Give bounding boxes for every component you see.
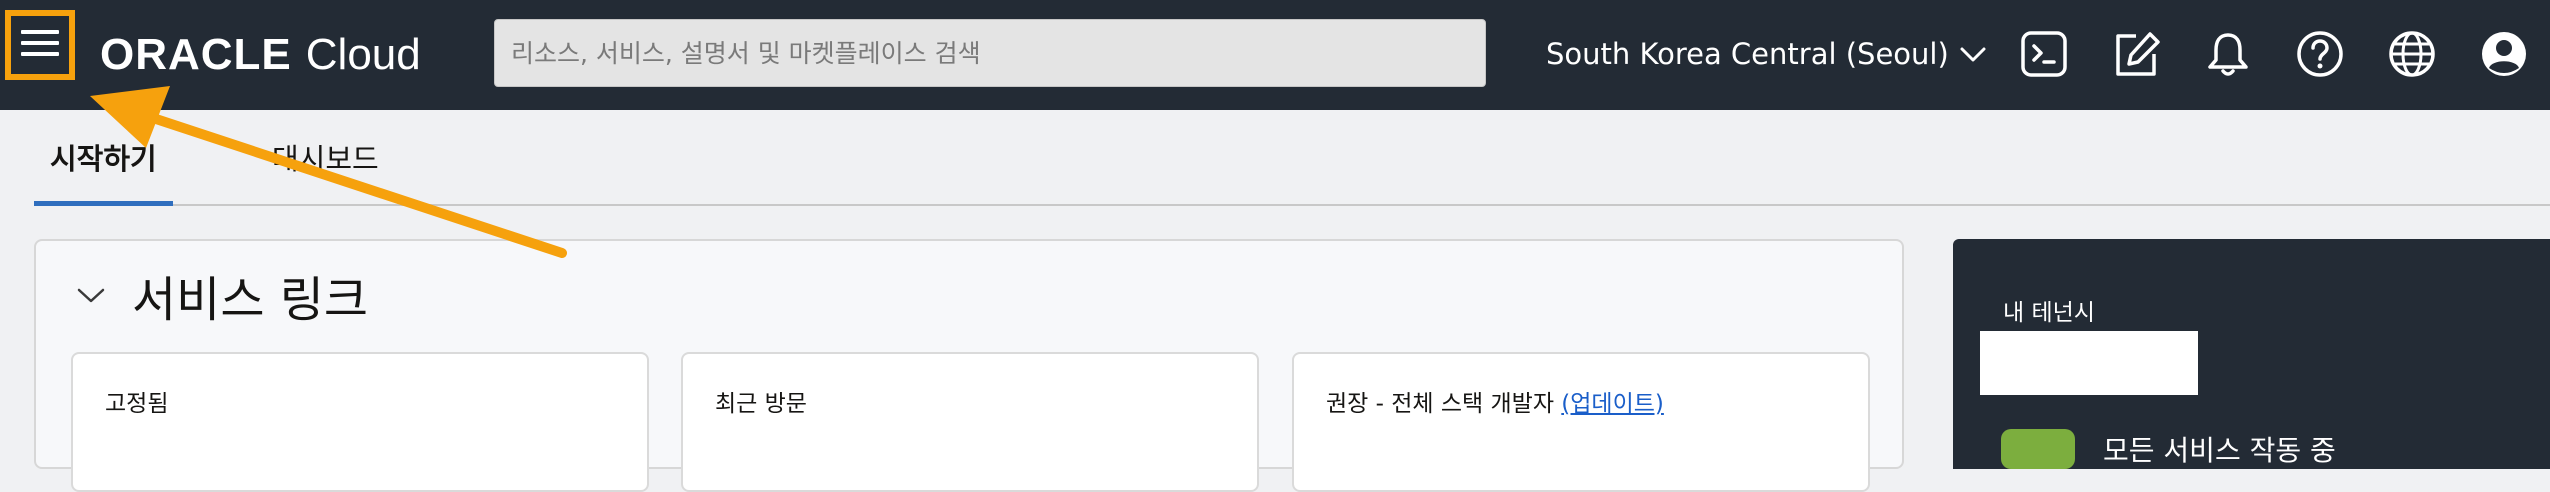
pinned-card[interactable]: 고정됨 <box>71 352 649 492</box>
tab-label: 시작하기 <box>50 142 157 176</box>
edit-icon[interactable] <box>2112 30 2160 78</box>
tab-get-started[interactable]: 시작하기 <box>34 110 173 206</box>
help-icon[interactable] <box>2296 30 2344 78</box>
recommended-card[interactable]: 권장 - 전체 스택 개발자 (업데이트) <box>1292 352 1870 492</box>
recommended-card-title: 권장 - 전체 스택 개발자 (업데이트) <box>1326 384 1664 418</box>
profile-icon[interactable] <box>2480 30 2528 78</box>
pinned-card-title: 고정됨 <box>105 391 169 417</box>
tenancy-name-redacted <box>1980 331 2198 395</box>
logo-brand: ORACLE <box>100 30 292 79</box>
menu-icon-line <box>21 52 59 56</box>
recent-visits-card-title: 최근 방문 <box>715 391 807 417</box>
bell-icon[interactable] <box>2204 30 2252 78</box>
status-badge <box>2001 429 2075 469</box>
menu-icon-line <box>21 41 59 45</box>
logo-product: Cloud <box>305 30 421 79</box>
menu-icon-line <box>21 30 59 34</box>
tab-label: 대시보드 <box>272 142 379 176</box>
page-tabs: 시작하기 대시보드 <box>34 110 2550 206</box>
search-input[interactable] <box>494 19 1486 87</box>
recent-visits-card[interactable]: 최근 방문 <box>681 352 1259 492</box>
service-links-header[interactable]: 서비스 링크 <box>76 265 368 328</box>
tab-dashboard[interactable]: 대시보드 <box>272 110 379 204</box>
cloud-shell-icon[interactable] <box>2020 30 2068 78</box>
region-label: South Korea Central (Seoul) <box>1546 37 1949 71</box>
update-link[interactable]: (업데이트) <box>1561 391 1664 417</box>
oracle-cloud-logo[interactable]: ORACLE Cloud <box>100 26 421 84</box>
service-links-title: 서비스 링크 <box>132 272 369 328</box>
recommended-card-label: 권장 - 전체 스택 개발자 <box>1326 391 1554 417</box>
tenancy-title: 내 테넌시 <box>2003 300 2095 326</box>
top-navigation-bar: ORACLE Cloud South Korea Central (Seoul) <box>0 0 2550 110</box>
region-selector[interactable]: South Korea Central (Seoul) <box>1546 34 1987 74</box>
tenancy-panel: 내 테넌시 모든 서비스 작동 중 <box>1953 239 2550 469</box>
chevron-down-icon[interactable] <box>76 285 106 305</box>
service-status-text: 모든 서비스 작동 중 <box>2103 434 2336 467</box>
chevron-down-icon <box>1960 47 1986 62</box>
globe-icon[interactable] <box>2388 30 2436 78</box>
navigation-menu-button[interactable] <box>5 10 75 80</box>
service-links-panel: 서비스 링크 고정됨 최근 방문 권장 - 전체 스택 개발자 (업데이트) <box>34 239 1904 492</box>
